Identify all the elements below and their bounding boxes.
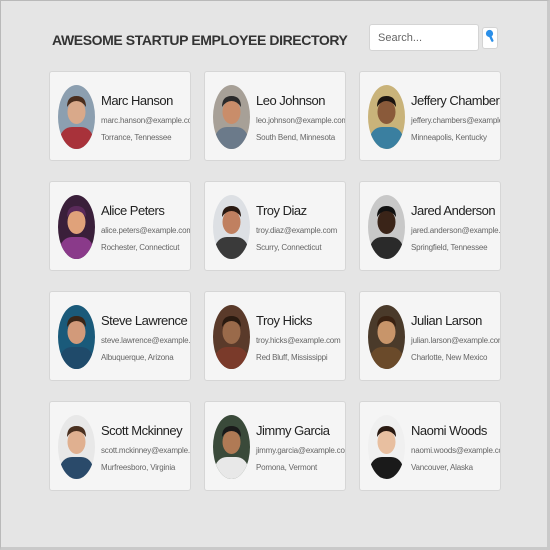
employee-name: Troy Hicks (256, 313, 312, 328)
employee-card[interactable]: Troy Diaz troy.diaz@example.com Scurry, … (204, 181, 346, 271)
avatar (213, 85, 250, 149)
employee-name: Marc Hanson (101, 93, 173, 108)
employee-email: troy.diaz@example.com (256, 226, 338, 235)
employee-email: alice.peters@example.com (101, 226, 191, 235)
employee-location: Torrance, Tennessee (101, 133, 172, 142)
employee-name: Naomi Woods (411, 423, 487, 438)
avatar (368, 305, 405, 369)
avatar (58, 85, 95, 149)
employee-location: South Bend, Minnesota (256, 133, 335, 142)
avatar (213, 415, 250, 479)
employee-email: julian.larson@example.com (411, 336, 501, 345)
employee-email: troy.hicks@example.com (256, 336, 341, 345)
employee-name: Leo Johnson (256, 93, 325, 108)
employee-card[interactable]: Jeffery Chambers jeffery.chambers@exampl… (359, 71, 501, 161)
avatar (368, 195, 405, 259)
employee-location: Springfield, Tennessee (411, 243, 488, 252)
employee-name: Jeffery Chambers (411, 93, 501, 108)
search-button[interactable] (482, 27, 498, 49)
employee-location: Minneapolis, Kentucky (411, 133, 487, 142)
employee-name: Alice Peters (101, 203, 165, 218)
employee-email: marc.hanson@example.com (101, 116, 191, 125)
avatar (368, 85, 405, 149)
employee-name: Jimmy Garcia (256, 423, 330, 438)
employee-email: jared.anderson@example.com (411, 226, 501, 235)
employee-location: Albuquerque, Arizona (101, 353, 174, 362)
employee-name: Jared Anderson (411, 203, 496, 218)
employee-card[interactable]: Jimmy Garcia jimmy.garcia@example.com Po… (204, 401, 346, 491)
employee-location: Vancouver, Alaska (411, 463, 473, 472)
employee-name: Scott Mckinney (101, 423, 183, 438)
employee-email: steve.lawrence@example.com (101, 336, 191, 345)
employee-name: Troy Diaz (256, 203, 307, 218)
employee-card[interactable]: Julian Larson julian.larson@example.com … (359, 291, 501, 381)
employee-card[interactable]: Leo Johnson leo.johnson@example.com Sout… (204, 71, 346, 161)
employee-card[interactable]: Marc Hanson marc.hanson@example.com Torr… (49, 71, 191, 161)
page-title: AWESOME STARTUP EMPLOYEE DIRECTORY (52, 32, 348, 48)
avatar (58, 305, 95, 369)
employee-card[interactable]: Troy Hicks troy.hicks@example.com Red Bl… (204, 291, 346, 381)
employee-name: Julian Larson (411, 313, 482, 328)
avatar (213, 305, 250, 369)
avatar (58, 415, 95, 479)
employee-location: Rochester, Connecticut (101, 243, 180, 252)
employee-location: Scurry, Connecticut (256, 243, 322, 252)
employee-card[interactable]: Steve Lawrence steve.lawrence@example.co… (49, 291, 191, 381)
employee-name: Steve Lawrence (101, 313, 188, 328)
employee-email: naomi.woods@example.com (411, 446, 501, 455)
avatar (58, 195, 95, 259)
employee-card[interactable]: Naomi Woods naomi.woods@example.com Vanc… (359, 401, 501, 491)
employee-location: Red Bluff, Mississippi (256, 353, 328, 362)
avatar (368, 415, 405, 479)
employee-email: leo.johnson@example.com (256, 116, 346, 125)
employee-card[interactable]: Alice Peters alice.peters@example.com Ro… (49, 181, 191, 271)
employee-email: jimmy.garcia@example.com (256, 446, 346, 455)
employee-email: scott.mckinney@example.com (101, 446, 190, 455)
employee-grid: Marc Hanson marc.hanson@example.com Torr… (49, 71, 501, 491)
search-input[interactable] (369, 24, 479, 51)
employee-card[interactable]: Scott Mckinney scott.mckinney@example.co… (49, 401, 191, 491)
search-icon (485, 29, 495, 48)
avatar (213, 195, 250, 259)
employee-location: Charlotte, New Mexico (411, 353, 488, 362)
employee-email: jeffery.chambers@example.com (411, 116, 500, 125)
employee-location: Pomona, Vermont (256, 463, 318, 472)
employee-card[interactable]: Jared Anderson jared.anderson@example.co… (359, 181, 501, 271)
employee-location: Murfreesboro, Virginia (101, 463, 176, 472)
